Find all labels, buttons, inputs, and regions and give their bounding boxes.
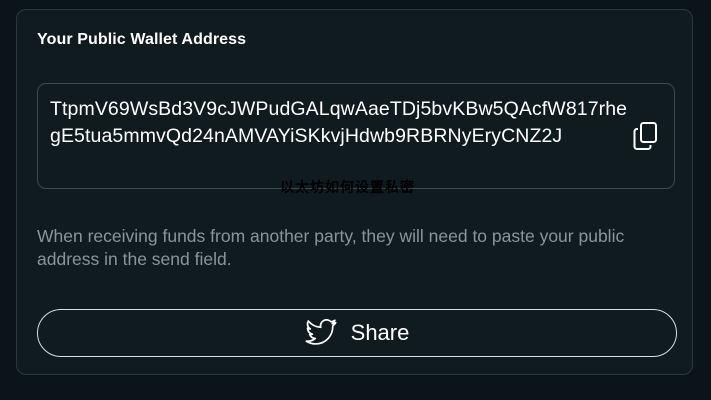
wallet-address-card: Your Public Wallet Address TtpmV69WsBd3V…: [16, 9, 693, 375]
watermark-text: 以太坊如何设置私密: [280, 179, 415, 195]
wallet-address-text[interactable]: TtpmV69WsBd3V9cJWPudGALqwAaeTDj5bvKBw5QA…: [50, 96, 632, 150]
page: Your Public Wallet Address TtpmV69WsBd3V…: [0, 0, 711, 400]
twitter-icon: [305, 319, 337, 347]
card-title: Your Public Wallet Address: [37, 31, 247, 48]
share-button[interactable]: Share: [37, 309, 677, 357]
share-button-label: Share: [350, 320, 410, 345]
address-description: When receiving funds from another party,…: [37, 226, 625, 269]
address-box[interactable]: TtpmV69WsBd3V9cJWPudGALqwAaeTDj5bvKBw5QA…: [37, 83, 675, 189]
copy-icon[interactable]: [632, 121, 660, 151]
